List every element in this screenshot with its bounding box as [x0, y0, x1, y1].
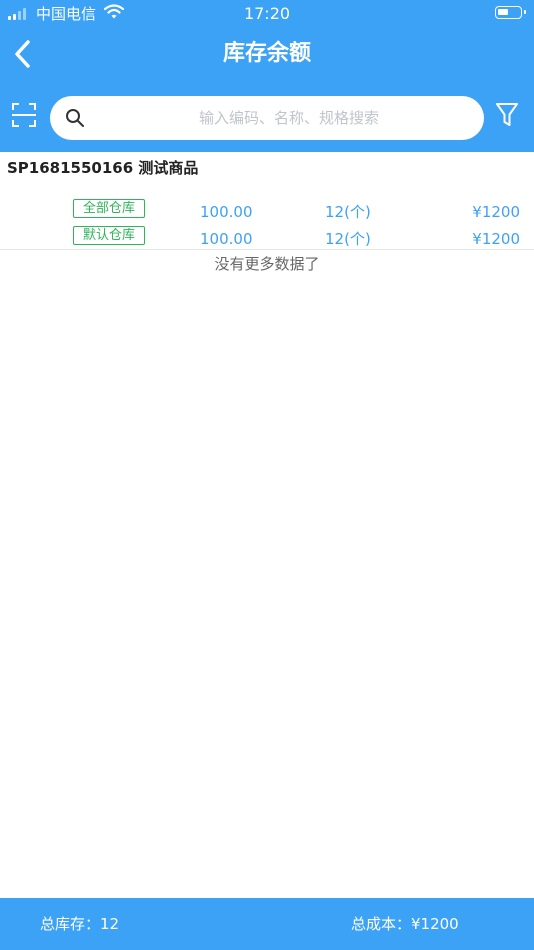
- stock-quantity: 12(个): [325, 203, 371, 221]
- unit-price: 100.00: [200, 230, 253, 248]
- search-bar[interactable]: [50, 96, 484, 140]
- status-time: 17:20: [243, 4, 291, 23]
- summary-footer: 总库存：12 总成本：¥1200: [0, 898, 534, 950]
- scan-icon[interactable]: [11, 102, 37, 128]
- funnel-icon[interactable]: [495, 101, 519, 129]
- status-bar: 中国电信 17:20: [0, 0, 534, 28]
- top-bar: 中国电信 17:20 库存余额: [0, 0, 534, 152]
- product-title[interactable]: SP1681550166 测试商品: [7, 158, 198, 178]
- total-stock: 总库存：12: [40, 915, 120, 933]
- stock-amount: ¥1200: [472, 203, 520, 221]
- list-end-text: 没有更多数据了: [214, 255, 320, 273]
- search-input[interactable]: [104, 96, 474, 140]
- battery-icon: [495, 6, 526, 19]
- warehouse-tag: 默认仓库: [73, 226, 145, 245]
- page-title: 库存余额: [222, 41, 311, 66]
- warehouse-row[interactable]: 默认仓库 100.00 12(个) ¥1200: [0, 226, 534, 250]
- list-divider: [0, 249, 534, 250]
- warehouse-row[interactable]: 全部仓库 100.00 12(个) ¥1200: [0, 199, 534, 223]
- stock-amount: ¥1200: [472, 230, 520, 248]
- stock-quantity: 12(个): [325, 230, 371, 248]
- warehouse-tag: 全部仓库: [73, 199, 145, 218]
- total-cost: 总成本：¥1200: [351, 915, 459, 933]
- magnifier-icon: [66, 109, 84, 127]
- unit-price: 100.00: [200, 203, 253, 221]
